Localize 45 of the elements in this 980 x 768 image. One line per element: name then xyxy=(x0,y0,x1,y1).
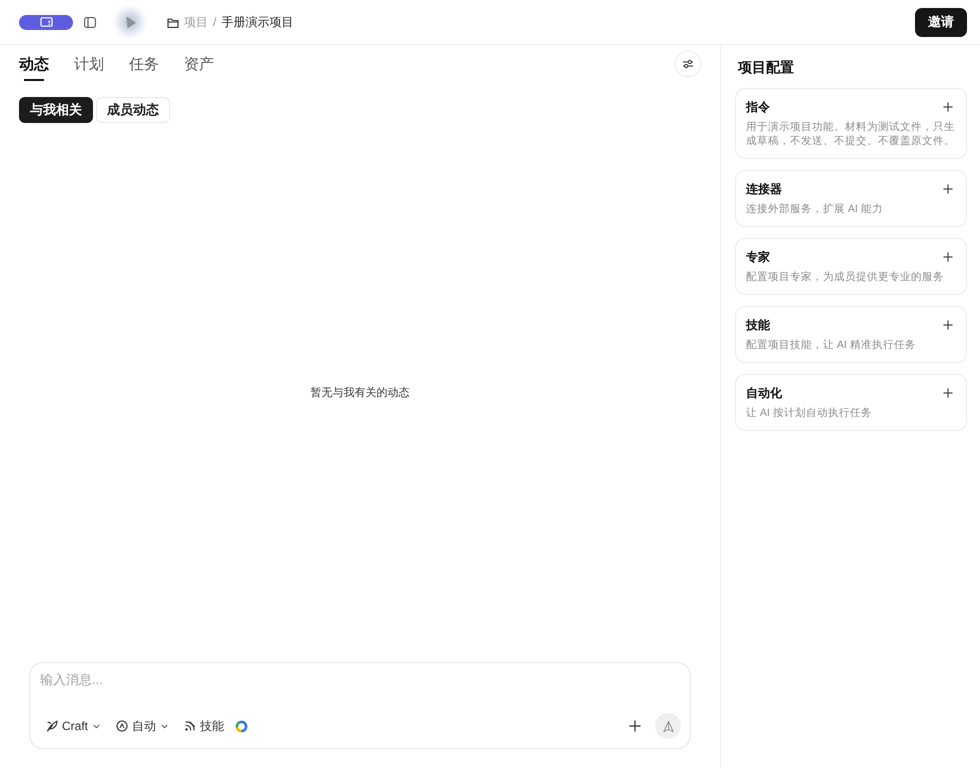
screen-icon xyxy=(40,17,52,27)
feather-icon xyxy=(46,720,58,732)
breadcrumb-separator: / xyxy=(213,15,216,29)
dropdown-button[interactable]: Craft xyxy=(39,715,108,737)
folder-icon xyxy=(167,16,179,28)
sliders-icon xyxy=(682,58,694,70)
circle-chevron-icon xyxy=(116,720,128,732)
send-button[interactable] xyxy=(655,713,681,739)
tab[interactable]: 资产 xyxy=(184,51,214,81)
cursor-icon xyxy=(112,4,148,40)
filter-chip[interactable]: 成员动态 xyxy=(96,97,170,123)
message-input[interactable]: 输入消息... xyxy=(39,671,681,689)
card-description: 连接外部服务，扩展 AI 能力 xyxy=(746,202,884,216)
card-description: 配置项目专家，为成员提供更专业的服务 xyxy=(746,270,945,284)
plus-icon[interactable] xyxy=(943,102,953,112)
plus-icon[interactable] xyxy=(943,252,953,262)
paper-plane-icon xyxy=(662,720,674,732)
card-title: 连接器 xyxy=(746,181,782,197)
card-title: 指令 xyxy=(746,99,770,115)
dropdown-button[interactable]: 自动 xyxy=(109,714,176,738)
card-description: 用于演示项目功能。材料为测试文件，只生成草稿，不发送、不提交、不覆盖原文件。 xyxy=(746,120,956,148)
plus-icon[interactable] xyxy=(943,388,953,398)
breadcrumb-item[interactable]: 手册演示项目 xyxy=(221,14,294,30)
toolbar-button[interactable]: 技能 xyxy=(177,714,232,738)
card-title: 技能 xyxy=(746,317,770,333)
card-title: 自动化 xyxy=(746,385,782,401)
ring-icon[interactable] xyxy=(235,720,248,732)
panel-title: 项目配置 xyxy=(738,58,795,77)
filter-chip[interactable]: 与我相关 xyxy=(19,97,93,123)
filter-button[interactable] xyxy=(675,51,701,77)
invite-button[interactable]: 邀请 xyxy=(915,8,967,36)
tab[interactable]: 计划 xyxy=(74,51,104,81)
caret-icon xyxy=(161,724,168,728)
card-description: 配置项目技能，让 AI 精准执行任务 xyxy=(746,338,917,352)
card-description: 让 AI 按计划自动执行任务 xyxy=(746,406,873,420)
sidebar-icon[interactable] xyxy=(84,16,96,28)
caret-icon xyxy=(93,724,100,728)
card-title: 专家 xyxy=(746,249,770,265)
view-toggle-button[interactable] xyxy=(19,14,73,30)
signal-icon xyxy=(184,720,196,732)
plus-icon[interactable] xyxy=(943,320,953,330)
plus-icon[interactable] xyxy=(629,720,641,732)
empty-message: 暂无与我有关的动态 xyxy=(310,386,410,400)
plus-icon[interactable] xyxy=(943,184,953,194)
tab[interactable]: 任务 xyxy=(129,51,159,81)
